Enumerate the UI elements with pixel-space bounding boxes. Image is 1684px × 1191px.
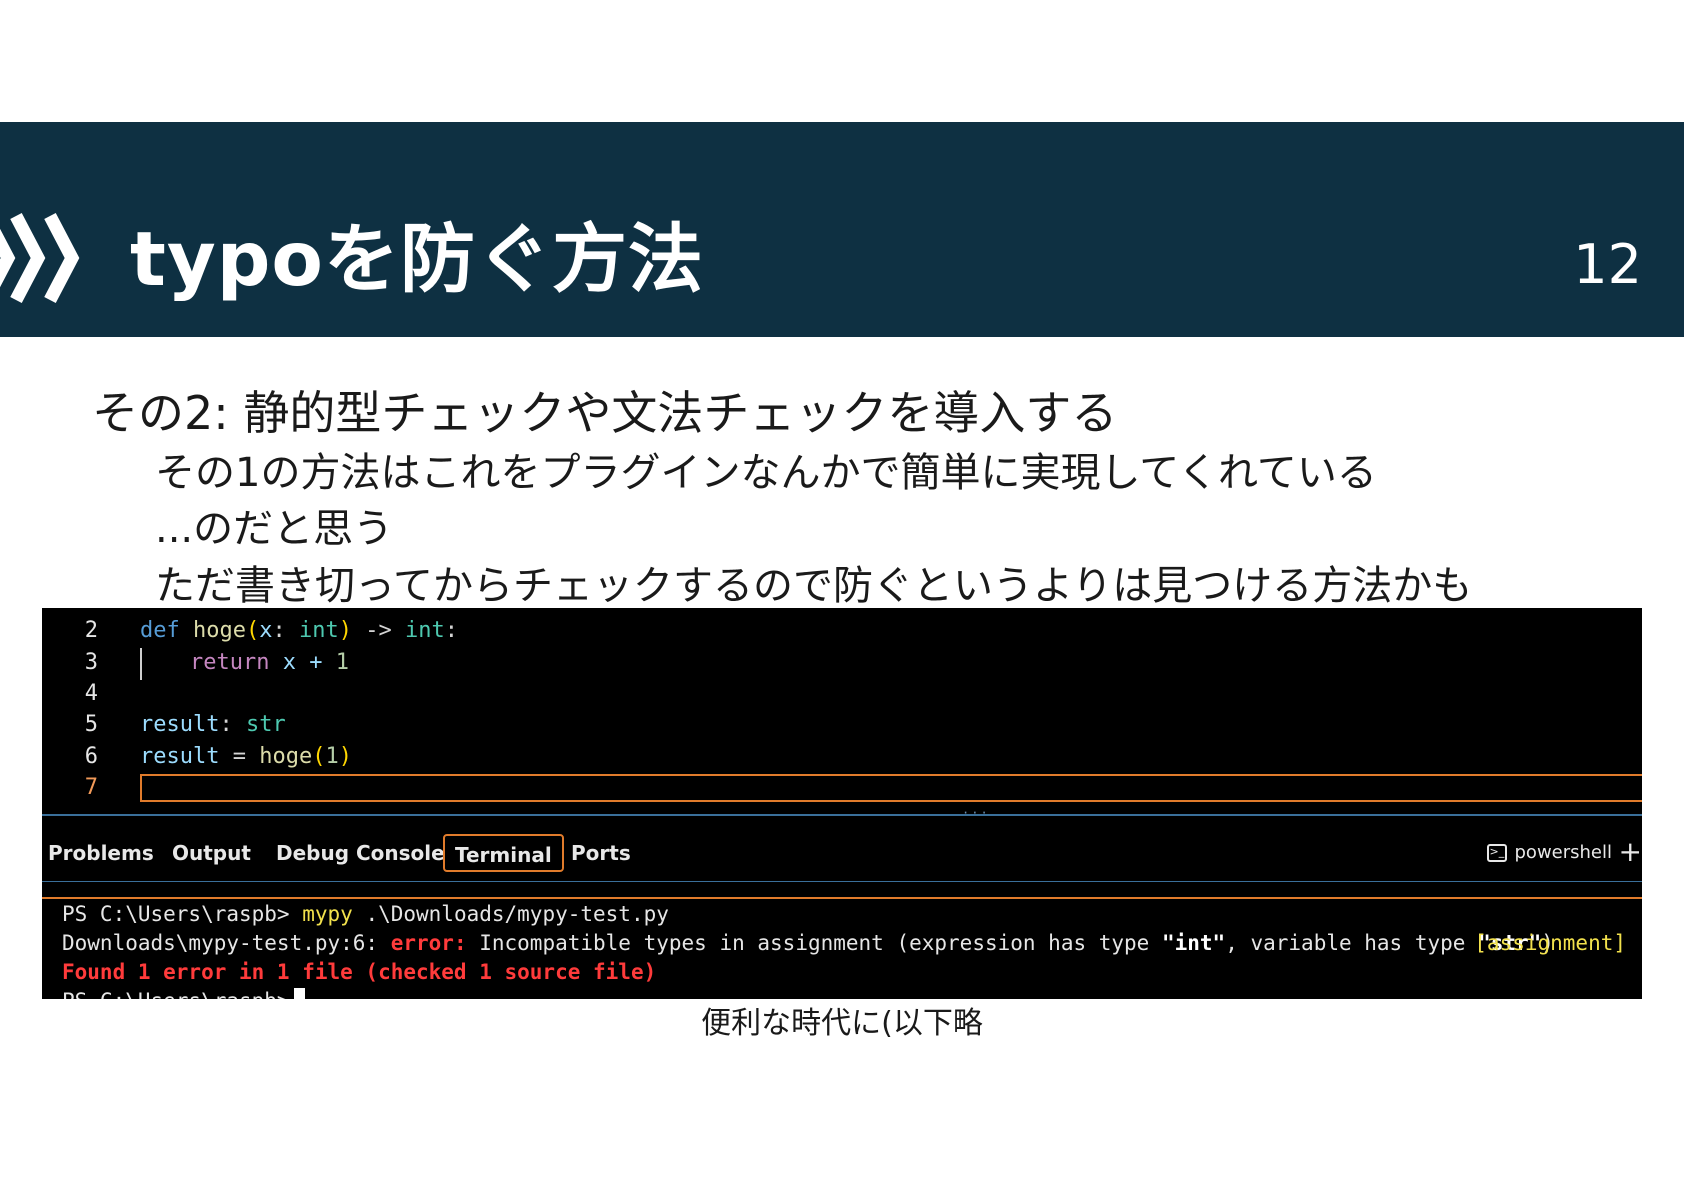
expression: x + (269, 650, 336, 675)
error-message: , variable has type (1225, 931, 1479, 955)
terminal-line: Downloads\mypy-test.py:6: error: Incompa… (62, 929, 1554, 958)
line-number: 6 (84, 744, 98, 769)
editor-screenshot: 2 def hoge(x: int) -> int: 3 return x + … (42, 608, 1642, 999)
error-message: Incompatible types in assignment (expres… (466, 931, 1162, 955)
param-type: int (298, 618, 339, 643)
tab-problems[interactable]: Problems (48, 834, 154, 872)
colon: : (219, 712, 246, 737)
current-line-highlight[interactable] (140, 774, 1642, 802)
body-line: ...のだと思う (155, 506, 394, 552)
terminal-selector[interactable]: >_ powershell (1486, 838, 1613, 868)
body-line: ただ書き切ってからチェックするので防ぐというよりは見つける方法かも (155, 563, 1473, 609)
line-number: 7 (84, 775, 98, 800)
error-summary: Found 1 error in 1 file (checked 1 sourc… (62, 960, 657, 984)
error-location: Downloads\mypy-test.py:6: (62, 931, 391, 955)
caption: 便利な時代に(以下略 (701, 1006, 983, 1041)
keyword-def: def (140, 618, 180, 643)
type-annotation: str (245, 712, 286, 737)
prompt: PS C:\Users\raspb> (62, 902, 303, 926)
tabs-separator (42, 881, 1642, 882)
tab-output[interactable]: Output (172, 834, 251, 872)
shell-label: powershell (1514, 842, 1613, 863)
param-name: x (259, 618, 273, 643)
number-literal: 1 (325, 744, 339, 769)
return-type: int (404, 618, 445, 643)
terminal-focus-border (42, 897, 1642, 899)
tab-debug-console[interactable]: Debug Console (276, 834, 445, 872)
panel-divider[interactable] (42, 814, 1642, 816)
terminal-line: PS C:\Users\raspb> (62, 987, 305, 999)
tab-terminal[interactable]: Terminal (443, 834, 564, 872)
new-terminal-icon[interactable]: + (1619, 838, 1642, 866)
function-name: hoge (193, 618, 246, 643)
prompt: PS C:\Users\raspb> (62, 989, 290, 999)
subheading: その2: 静的型チェックや文法チェックを導入する (92, 386, 1118, 440)
line-number: 5 (84, 712, 98, 737)
type-literal: "int" (1161, 931, 1226, 955)
code-line: 2 def hoge(x: int) -> int: (42, 616, 1642, 646)
code-line: 6 result = hoge(1) (42, 742, 1642, 772)
error-tag: [assignment] (1474, 931, 1626, 955)
terminal-line: PS C:\Users\raspb> mypy .\Downloads/mypy… (62, 900, 669, 929)
keyword-return: return (190, 650, 270, 675)
error-label: error: (390, 931, 467, 955)
code-line: 5 result: str (42, 710, 1642, 740)
paren: ) (338, 744, 352, 769)
slide-title: typoを防ぐ方法 (130, 215, 704, 303)
page-number: 12 (1573, 233, 1642, 296)
code-line: 3 return x + 1 (42, 648, 1642, 678)
paren: ( (245, 618, 260, 643)
code-line: 4 (42, 679, 1642, 709)
panel-tabs: Problems Output Debug Console Terminal P… (42, 828, 1642, 878)
function-call: hoge (259, 744, 313, 769)
chevron-right-icon (0, 212, 80, 304)
line-number: 2 (84, 618, 98, 643)
code-editor[interactable]: 2 def hoge(x: int) -> int: 3 return x + … (42, 608, 1642, 808)
line-number: 3 (84, 650, 98, 675)
variable-name: result (140, 744, 220, 769)
colon: : (444, 618, 458, 643)
command: mypy (302, 902, 353, 926)
paren: ) (338, 618, 352, 643)
terminal-icon: >_ (1486, 844, 1507, 862)
variable-name: result (140, 712, 220, 737)
colon: : (272, 618, 299, 643)
tab-ports[interactable]: Ports (571, 834, 631, 872)
terminal-cursor (293, 988, 305, 999)
operator: = (219, 744, 260, 769)
drag-handle-icon[interactable]: ··· (962, 806, 990, 820)
body-line: その1の方法はこれをプラグインなんかで簡単に実現してくれている (155, 450, 1377, 496)
paren: ( (312, 744, 326, 769)
arrow: -> (351, 618, 405, 643)
line-number: 4 (84, 681, 98, 706)
number-literal: 1 (335, 650, 349, 675)
command-args: .\Downloads/mypy-test.py (352, 902, 669, 926)
